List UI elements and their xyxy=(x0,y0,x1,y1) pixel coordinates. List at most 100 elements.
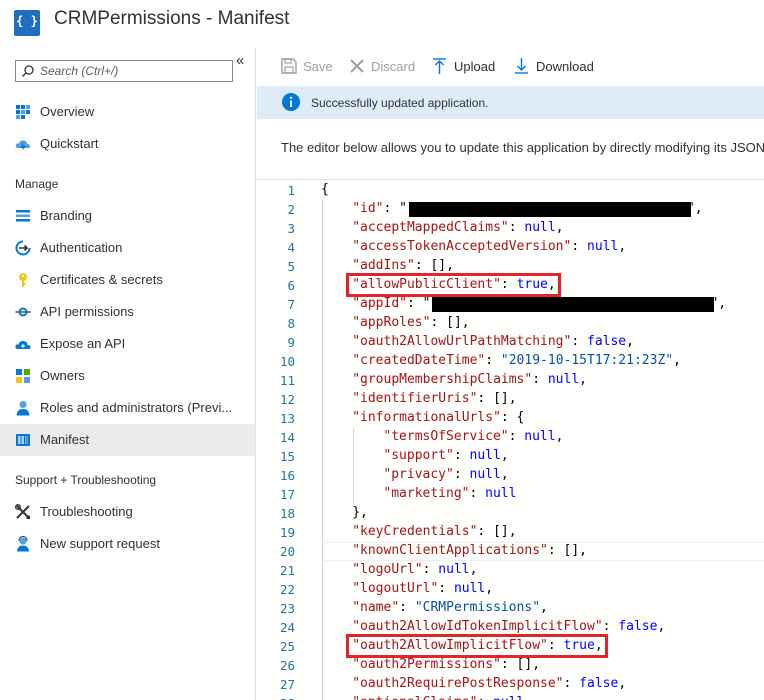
line-number: 11 xyxy=(279,373,295,388)
code-line[interactable]: 26 "oauth2Permissions": [], xyxy=(257,656,764,675)
search-box[interactable] xyxy=(15,60,233,82)
sidebar-item-branding[interactable]: Branding xyxy=(0,200,255,232)
line-number: 23 xyxy=(279,601,295,616)
search-input[interactable] xyxy=(40,62,228,80)
json-punct: , xyxy=(673,353,681,368)
search-icon xyxy=(22,65,34,77)
code-line[interactable]: 10 "createdDateTime": "2019-10-15T17:21:2… xyxy=(257,352,764,371)
sidebar-item-owners[interactable]: Owners xyxy=(0,360,255,392)
sidebar-item-label: Quickstart xyxy=(40,136,99,151)
json-key: "id" xyxy=(352,201,384,216)
cloud-api-icon xyxy=(15,340,31,349)
sidebar-item-quickstart[interactable]: Quickstart xyxy=(0,128,255,160)
sidebar-item-label: Roles and administrators (Previ... xyxy=(40,400,233,415)
code-line[interactable]: 4 "accessTokenAcceptedVersion": null, xyxy=(257,238,764,257)
code-text: "optionalClaims": null, xyxy=(352,695,532,700)
code-text: "addIns": [], xyxy=(352,258,454,273)
line-number: 8 xyxy=(287,316,295,331)
code-line[interactable]: 13 "informationalUrls": { xyxy=(257,409,764,428)
code-line[interactable]: 17 "marketing": null xyxy=(257,485,764,504)
upload-button[interactable]: Upload xyxy=(431,57,497,77)
code-text: "privacy": null, xyxy=(383,467,508,482)
code-text: "termsOfService": null, xyxy=(383,429,563,444)
code-line[interactable]: 27 "oauth2RequirePostResponse": false, xyxy=(257,675,764,694)
line-number: 24 xyxy=(279,620,295,635)
json-punct: : " xyxy=(406,296,431,311)
sidebar-item-manifest[interactable]: Manifest xyxy=(0,424,255,456)
highlight-annotation-box xyxy=(346,273,561,297)
json-punct: : [], xyxy=(430,315,470,330)
sidebar-item-troubleshooting[interactable]: Troubleshooting xyxy=(0,496,255,528)
collapse-sidebar-icon[interactable]: « xyxy=(236,52,244,69)
json-punct: : xyxy=(508,429,525,444)
json-key: "termsOfService" xyxy=(383,429,509,444)
sidebar-item-new-support-request[interactable]: New support request xyxy=(0,528,255,560)
line-number: 21 xyxy=(279,563,295,578)
code-line[interactable]: 15 "support": null, xyxy=(257,447,764,466)
code-line[interactable]: 11 "groupMembershipClaims": null, xyxy=(257,371,764,390)
sidebar-item-label: Troubleshooting xyxy=(40,504,133,519)
json-value: false xyxy=(587,334,627,349)
discard-button[interactable]: Discard xyxy=(348,57,415,77)
key-icon xyxy=(19,273,27,287)
code-line[interactable]: 3 "acceptMappedClaims": null, xyxy=(257,219,764,238)
authentication-icon xyxy=(15,240,31,256)
line-number: 1 xyxy=(287,183,295,198)
line-number: 3 xyxy=(287,221,295,236)
line-number: 15 xyxy=(279,449,295,464)
line-number: 2 xyxy=(287,202,295,217)
json-key: "privacy" xyxy=(383,467,454,482)
code-line[interactable]: 9 "oauth2AllowUrlPathMatching": false, xyxy=(257,333,764,352)
json-value: null xyxy=(485,486,517,501)
line-number: 7 xyxy=(287,297,295,312)
sidebar-item-api-permissions[interactable]: API permissions xyxy=(0,296,255,328)
code-text: "logoutUrl": null, xyxy=(352,581,493,596)
code-line[interactable]: 12 "identifierUris": [], xyxy=(257,390,764,409)
code-line[interactable]: 16 "privacy": null, xyxy=(257,466,764,485)
line-number: 16 xyxy=(279,468,295,483)
save-button[interactable]: Save xyxy=(280,57,333,77)
code-line[interactable]: 14 "termsOfService": null, xyxy=(257,428,764,447)
json-punct: , xyxy=(524,695,532,700)
sidebar-item-certificates-secrets[interactable]: Certificates & secrets xyxy=(0,264,255,296)
json-punct: , xyxy=(500,467,509,482)
json-punct: : xyxy=(485,353,501,368)
code-line[interactable]: 22 "logoutUrl": null, xyxy=(257,580,764,599)
code-line[interactable]: 8 "appRoles": [], xyxy=(257,314,764,333)
code-line[interactable]: 21 "logoUrl": null, xyxy=(257,561,764,580)
manifest-json-editor[interactable]: 1{2 "id": " ", 3 "acceptMappedClaims": null,… xyxy=(257,179,764,700)
owners-grid-icon xyxy=(16,369,30,383)
line-number: 20 xyxy=(279,544,295,559)
sidebar: « Overview Quickstart Manage Branding Au… xyxy=(0,48,256,700)
code-text: "informationalUrls": { xyxy=(352,410,524,425)
json-value: false xyxy=(618,619,658,634)
json-punct: : xyxy=(563,676,580,691)
sidebar-item-label: Overview xyxy=(40,104,95,119)
code-text: "oauth2AllowIdTokenImplicitFlow": false, xyxy=(352,619,665,634)
sidebar-item-authentication[interactable]: Authentication xyxy=(0,232,255,264)
json-value: null xyxy=(524,429,556,444)
json-key: "appRoles" xyxy=(352,315,431,330)
json-punct: : [], xyxy=(477,391,517,406)
code-text: "oauth2Permissions": [], xyxy=(352,657,540,672)
download-button[interactable]: Download xyxy=(513,57,597,77)
sidebar-item-overview[interactable]: Overview xyxy=(0,96,255,128)
line-number: 22 xyxy=(279,582,295,597)
json-punct: : xyxy=(571,239,587,254)
code-text: "groupMembershipClaims": null, xyxy=(352,372,587,387)
sidebar-item-expose-an-api[interactable]: Expose an API xyxy=(0,328,255,360)
code-line[interactable]: 18}, xyxy=(257,504,764,523)
line-number: 12 xyxy=(279,392,295,407)
json-key: "logoutUrl" xyxy=(352,581,439,596)
api-permissions-icon xyxy=(15,307,31,317)
code-line[interactable]: 1{ xyxy=(257,181,764,200)
code-line[interactable]: 23 "name": "CRMPermissions", xyxy=(257,599,764,618)
line-number: 26 xyxy=(279,658,295,673)
code-line[interactable]: 20 "knownClientApplications": [], xyxy=(257,542,764,561)
code-line[interactable]: 19 "keyCredentials": [], xyxy=(257,523,764,542)
sidebar-item-roles-administrators[interactable]: Roles and administrators (Previ... xyxy=(0,392,255,424)
line-number: 9 xyxy=(287,335,295,350)
code-line[interactable]: 28 "optionalClaims": null, xyxy=(257,694,764,700)
line-number: 5 xyxy=(287,259,295,274)
json-key: "informationalUrls" xyxy=(352,410,501,425)
